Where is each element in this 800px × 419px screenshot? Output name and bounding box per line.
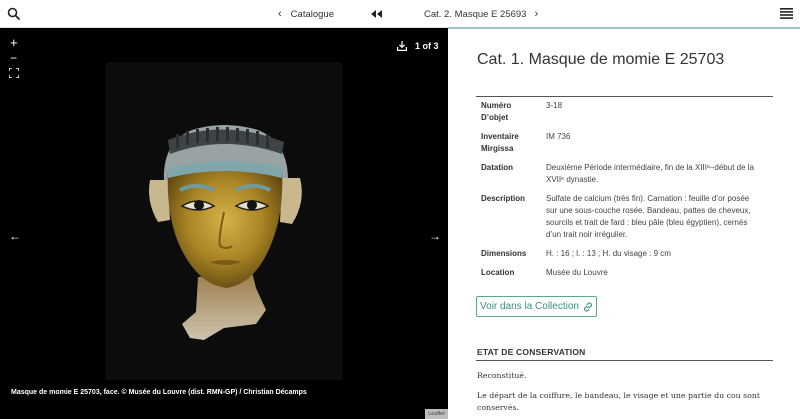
paragraph-line: conservés. [477, 403, 519, 412]
fullscreen-icon[interactable] [9, 68, 19, 78]
row-label: Description [481, 194, 526, 203]
metadata-table: Numéro D’objet 3-18 Inventaire Mirgissa … [476, 100, 773, 279]
catalogue-entry-panel: Cat. 1. Masque de momie E 25703 Numéro D… [448, 29, 800, 419]
row-value: 3-18 [546, 101, 563, 110]
row-value-cont: sur une sous-couche rosée. Bandeau, patt… [546, 206, 751, 215]
section-heading: ETAT DE CONSERVATION [477, 347, 586, 357]
row-label: Datation [481, 163, 513, 172]
row-label: Inventaire [481, 132, 519, 141]
body-paragraph: Le départ de la coiffure, le bandeau, le… [477, 390, 767, 414]
next-page-label: Cat. 2. Masque E 25693 [424, 8, 527, 20]
row-value: H. : 16 ; l. : 13 ; H. du visage : 9 cm [546, 249, 671, 258]
paragraph-line: Le départ de la coiffure, le bandeau, le… [477, 391, 761, 400]
table-row: Inventaire Mirgissa IM 736 [476, 124, 773, 155]
chevron-right-icon: › [534, 8, 539, 20]
row-value: Deuxième Période intermédiaire, fin de l… [546, 163, 754, 172]
row-label-cont: Mirgissa [481, 144, 514, 153]
section-divider [476, 360, 773, 361]
mask-photograph [106, 62, 342, 380]
table-row: Dimensions H. : 16 ; l. : 13 ; H. du vis… [476, 241, 773, 260]
next-image-arrow-icon[interactable]: → [429, 230, 441, 242]
menu-icon[interactable] [780, 8, 793, 19]
entry-title: Cat. 1. Masque de momie E 25703 [477, 51, 725, 68]
zoom-in-button[interactable]: + [10, 36, 18, 49]
search-icon[interactable] [7, 7, 21, 21]
row-value-cont: sourcils et trait de fard : bleu pâle (b… [546, 218, 748, 227]
zoom-out-button[interactable]: − [10, 52, 17, 64]
image-caption: Masque de momie E 25703, face. © Musée d… [11, 389, 307, 396]
prev-page-link[interactable]: ‹ Catalogue [278, 0, 334, 28]
table-row: Description Sulfate de calcium (très fin… [476, 186, 773, 241]
previous-image-arrow-icon[interactable]: ← [9, 230, 21, 242]
chevron-left-icon: ‹ [278, 8, 282, 20]
first-page-button[interactable] [371, 0, 382, 28]
view-in-collection-button[interactable]: Voir dans la Collection [476, 296, 597, 317]
next-page-link[interactable]: Cat. 2. Masque E 25693 › [424, 0, 538, 28]
leaflet-attribution[interactable]: Leaflet [425, 409, 448, 419]
table-row: Location Musée du Louvre [476, 260, 773, 279]
prev-page-label: Catalogue [290, 8, 334, 20]
row-value: Sulfate de calcium (très fin). Carnation… [546, 194, 750, 203]
row-label-cont: D’objet [481, 113, 509, 122]
double-chevron-left-icon [371, 10, 382, 18]
view-in-collection-label: Voir dans la Collection [480, 301, 579, 312]
body-paragraph: Reconstitué. [477, 371, 527, 380]
table-row: Numéro D’objet 3-18 [476, 100, 773, 124]
link-icon [583, 301, 593, 312]
row-value-cont: d’un trait noir irrégulier. [546, 230, 628, 239]
row-label: Dimensions [481, 249, 527, 258]
row-label: Location [481, 268, 515, 277]
mummy-mask-image [149, 125, 302, 340]
top-bar: ‹ Catalogue Cat. 2. Masque E 25693 › [0, 0, 800, 28]
table-row: Datation Deuxième Période intermédiaire,… [476, 155, 773, 186]
title-divider [476, 96, 773, 97]
row-value: IM 736 [546, 132, 571, 141]
download-icon[interactable] [397, 41, 407, 51]
row-label: Numéro [481, 101, 512, 110]
row-value: Musée du Louvre [546, 268, 608, 277]
row-value-cont: XVIIᵉ dynastie. [546, 175, 599, 184]
image-viewer[interactable]: + − 1 of 3 ← → Masque de momie E 25703, … [0, 28, 448, 419]
image-counter: 1 of 3 [415, 41, 439, 51]
